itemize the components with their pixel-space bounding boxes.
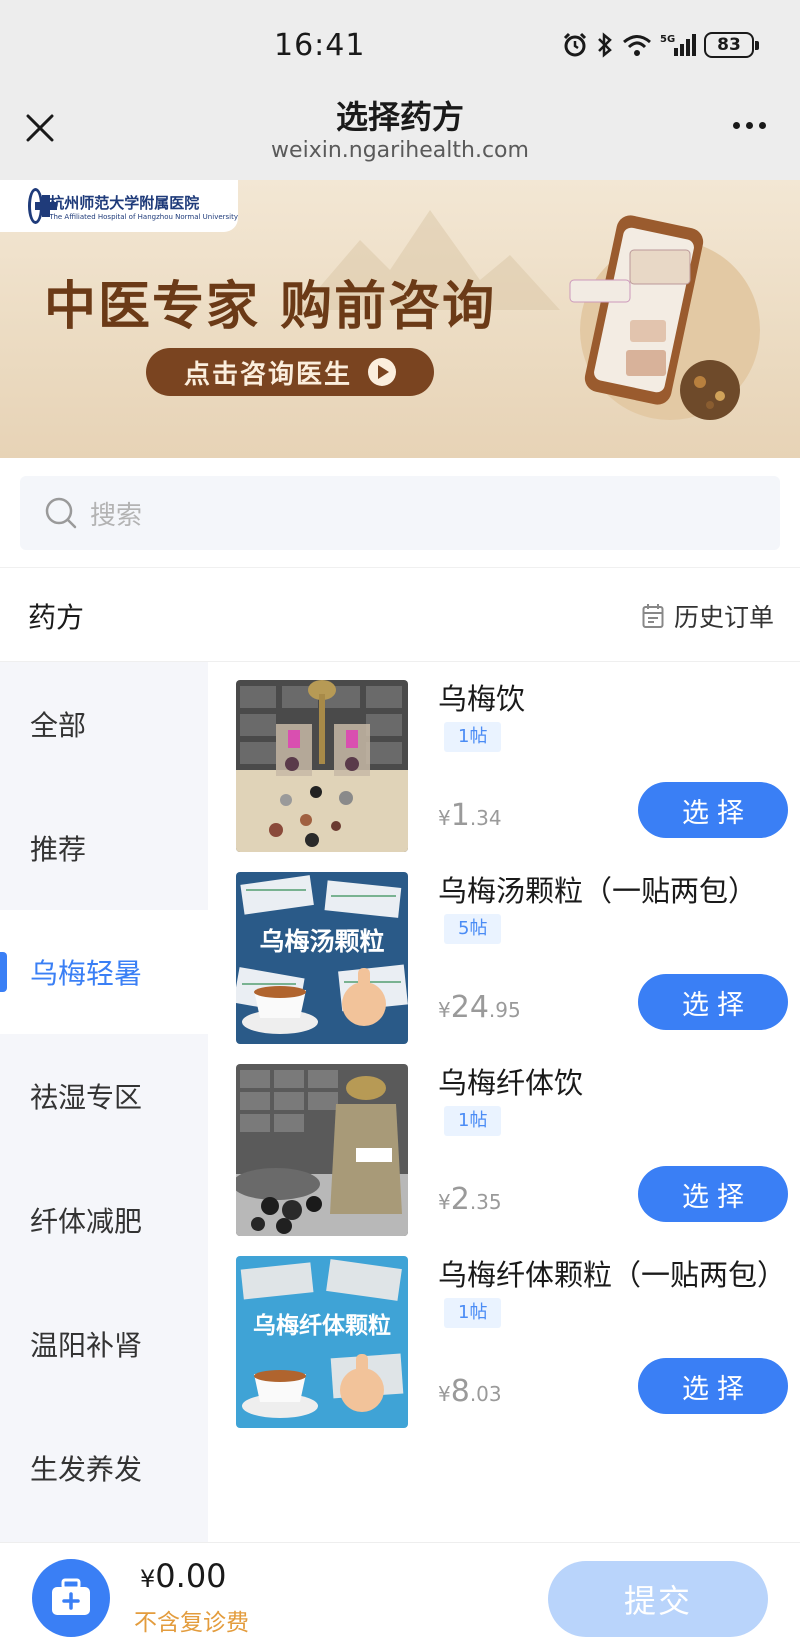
search-section: 搜索: [0, 458, 800, 568]
status-bar: 16:41 5G 83: [0, 0, 800, 90]
product-image: [236, 1064, 408, 1236]
price-integer: 2: [450, 1182, 470, 1217]
sidebar-item-label: 乌梅轻暑: [30, 957, 143, 990]
product-dose-tag: 5帖: [444, 914, 502, 944]
product-name: 乌梅纤体颗粒（一贴两包）: [438, 1258, 787, 1292]
medicine-box-icon: [52, 1578, 90, 1615]
play-icon: [368, 358, 396, 386]
price-decimal: .03: [469, 1382, 502, 1406]
submit-button[interactable]: 提交: [548, 1561, 768, 1637]
hospital-name: 杭州师范大学附属医院: [49, 193, 200, 212]
fee-note: 不含复诊费: [134, 1610, 249, 1636]
product-image-caption: 乌梅纤体颗粒: [253, 1312, 391, 1339]
price-decimal: .35: [469, 1190, 502, 1214]
product-price: ¥24.95: [438, 990, 521, 1025]
sidebar-item-all[interactable]: 全部: [0, 662, 208, 786]
product-image: 乌梅纤体颗粒: [236, 1256, 408, 1428]
total-currency: ¥: [140, 1565, 156, 1593]
hospital-emblem-icon: [28, 188, 58, 224]
consult-doctor-button[interactable]: 点击咨询医生: [146, 348, 434, 396]
select-button[interactable]: 选择: [638, 1166, 788, 1222]
hospital-name-en: The Affiliated Hospital of Hangzhou Norm…: [49, 212, 238, 221]
select-button[interactable]: 选择: [638, 782, 788, 838]
price-currency: ¥: [438, 1382, 451, 1406]
history-orders-link[interactable]: 历史订单: [642, 598, 774, 634]
product-price: ¥1.34: [438, 798, 502, 833]
sidebar-item-label: 推荐: [30, 833, 87, 866]
history-orders-label: 历史订单: [673, 603, 774, 632]
product-name: 乌梅纤体饮: [438, 1066, 584, 1100]
price-currency: ¥: [438, 1190, 451, 1214]
sidebar-item-label: 祛湿专区: [30, 1081, 143, 1114]
total-price: ¥0.00: [140, 1557, 227, 1595]
wifi-icon: [623, 35, 651, 56]
product-name: 乌梅汤颗粒（一贴两包）: [438, 874, 758, 908]
more-dot-icon: [746, 122, 753, 129]
sidebar-item-wumei-summer[interactable]: 乌梅轻暑: [0, 910, 208, 1034]
more-dot-icon: [759, 122, 766, 129]
sidebar-item-slimming[interactable]: 纤体减肥: [0, 1158, 208, 1282]
calendar-icon: [642, 604, 664, 628]
status-icons: 5G 83: [562, 32, 759, 58]
sidebar-item-recommended[interactable]: 推荐: [0, 786, 208, 910]
sidebar-item-hair[interactable]: 生发养发: [0, 1406, 208, 1530]
price-integer: 8: [450, 1374, 470, 1409]
product-item: 乌梅饮 1帖 ¥1.34 选择: [228, 662, 788, 852]
sidebar-item-dampness[interactable]: 祛湿专区: [0, 1034, 208, 1158]
select-button[interactable]: 选择: [638, 974, 788, 1030]
category-sidebar: 全部 推荐 乌梅轻暑 祛湿专区 纤体减肥 温阳补肾 生发养发: [0, 662, 208, 1542]
select-button[interactable]: 选择: [638, 1358, 788, 1414]
status-time: 16:41: [274, 28, 366, 63]
page-title: 选择药方: [335, 98, 464, 136]
page-url: weixin.ngarihealth.com: [271, 138, 529, 163]
more-options-button[interactable]: [733, 122, 766, 129]
product-list: 乌梅饮 1帖 ¥1.34 选择 乌梅汤颗粒 乌梅汤颗粒（一贴两包） 5帖 ¥24…: [208, 662, 800, 1542]
banner-headline: 中医专家 购前咨询: [44, 276, 497, 337]
hospital-logo: 杭州师范大学附属医院 The Affiliated Hospital of Ha…: [0, 180, 238, 232]
product-image-caption: 乌梅汤颗粒: [259, 927, 384, 956]
product-dose-tag: 1帖: [444, 1298, 502, 1328]
search-input[interactable]: 搜索: [20, 476, 780, 550]
product-name: 乌梅饮: [438, 682, 526, 716]
price-currency: ¥: [438, 998, 451, 1022]
price-decimal: .95: [488, 998, 521, 1022]
sidebar-item-kidney[interactable]: 温阳补肾: [0, 1282, 208, 1406]
alarm-icon: [563, 32, 587, 57]
section-header: 药方 历史订单: [0, 570, 800, 662]
signal-icon: 5G: [660, 34, 696, 56]
more-dot-icon: [733, 122, 740, 129]
product-dose-tag: 1帖: [444, 1106, 502, 1136]
bottom-bar: ¥0.00 不含复诊费 提交: [0, 1542, 800, 1650]
total-amount: 0.00: [155, 1557, 227, 1595]
battery-indicator: 83: [704, 32, 759, 58]
product-price: ¥2.35: [438, 1182, 502, 1217]
consult-banner[interactable]: 杭州师范大学附属医院 The Affiliated Hospital of Ha…: [0, 180, 800, 458]
product-item: 乌梅纤体饮 1帖 ¥2.35 选择: [228, 1046, 788, 1236]
bluetooth-icon: [598, 32, 612, 58]
sidebar-item-label: 纤体减肥: [30, 1205, 143, 1238]
product-item: 乌梅汤颗粒 乌梅汤颗粒（一贴两包） 5帖 ¥24.95 选择: [228, 854, 788, 1044]
price-integer: 24: [450, 990, 489, 1025]
price-currency: ¥: [438, 806, 451, 830]
product-dose-tag: 1帖: [444, 722, 502, 752]
sidebar-item-label: 全部: [30, 709, 87, 742]
section-title: 药方: [28, 601, 85, 634]
price-integer: 1: [450, 798, 470, 833]
consult-doctor-label: 点击咨询医生: [183, 359, 352, 390]
sidebar-item-label: 温阳补肾: [30, 1329, 143, 1362]
product-item: 乌梅纤体颗粒 乌梅纤体颗粒（一贴两包） 1帖 ¥8.03 选择: [228, 1238, 788, 1428]
price-decimal: .34: [469, 806, 502, 830]
product-image: [236, 680, 408, 852]
title-bar: 选择药方 weixin.ngarihealth.com: [0, 90, 800, 180]
search-icon: [45, 497, 77, 529]
medicine-box-button[interactable]: [32, 1559, 110, 1637]
search-placeholder: 搜索: [90, 500, 143, 531]
sidebar-item-label: 生发养发: [30, 1453, 143, 1486]
svg-text:5G: 5G: [660, 34, 675, 45]
phone-chat-illustration: [569, 215, 760, 420]
product-price: ¥8.03: [438, 1374, 502, 1409]
product-image: 乌梅汤颗粒: [236, 872, 408, 1044]
